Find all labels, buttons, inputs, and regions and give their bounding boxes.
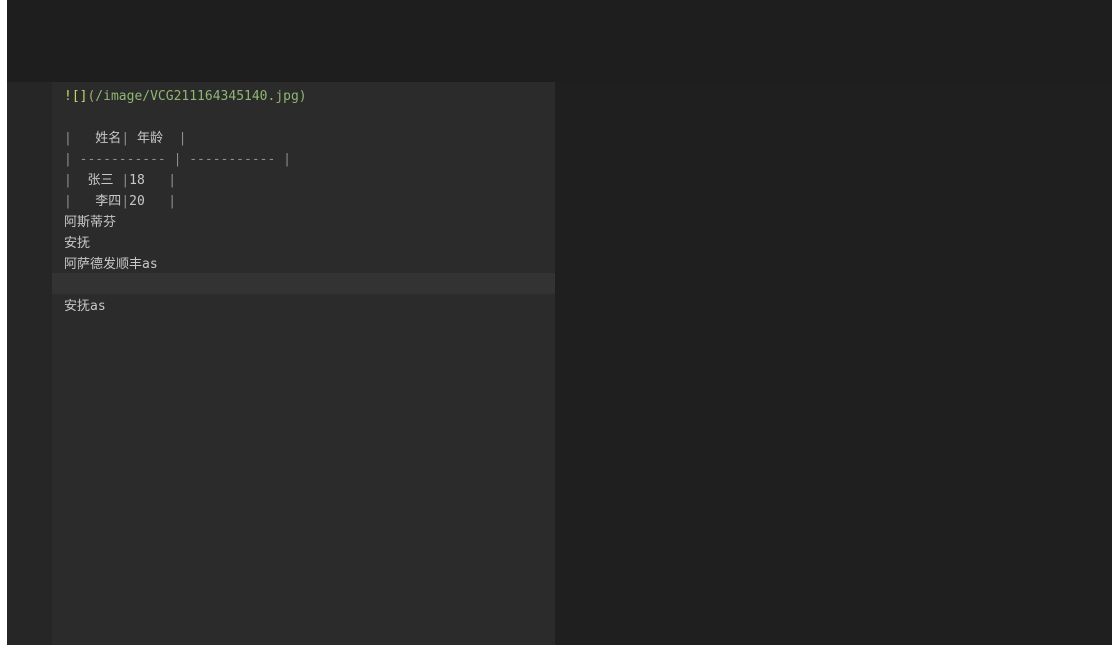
code-line-8[interactable]: 安抚	[64, 233, 90, 254]
editor-pane[interactable]: ![](/image/VCG211164345140.jpg) | 姓名| 年龄…	[7, 82, 555, 645]
markdown-editor-window: ![](/image/VCG211164345140.jpg) | 姓名| 年龄…	[7, 0, 1112, 645]
code-line-5[interactable]: | 张三 |18 |	[64, 170, 176, 191]
editor-toolbar	[7, 0, 1112, 82]
code-line-11[interactable]: 安抚as	[64, 296, 106, 317]
code-line-7[interactable]: 阿斯蒂芬	[64, 212, 116, 233]
code-line-3[interactable]: | 姓名| 年龄 |	[64, 128, 186, 149]
code-line-6[interactable]: | 李四|20 |	[64, 191, 176, 212]
code-line-4[interactable]: | ----------- | ----------- |	[64, 149, 291, 170]
current-line-highlight	[52, 273, 555, 294]
code-line-9[interactable]: 阿萨德发顺丰as	[64, 254, 158, 275]
line-number-gutter	[7, 82, 52, 645]
code-line-1[interactable]: ![](/image/VCG211164345140.jpg)	[64, 86, 307, 107]
